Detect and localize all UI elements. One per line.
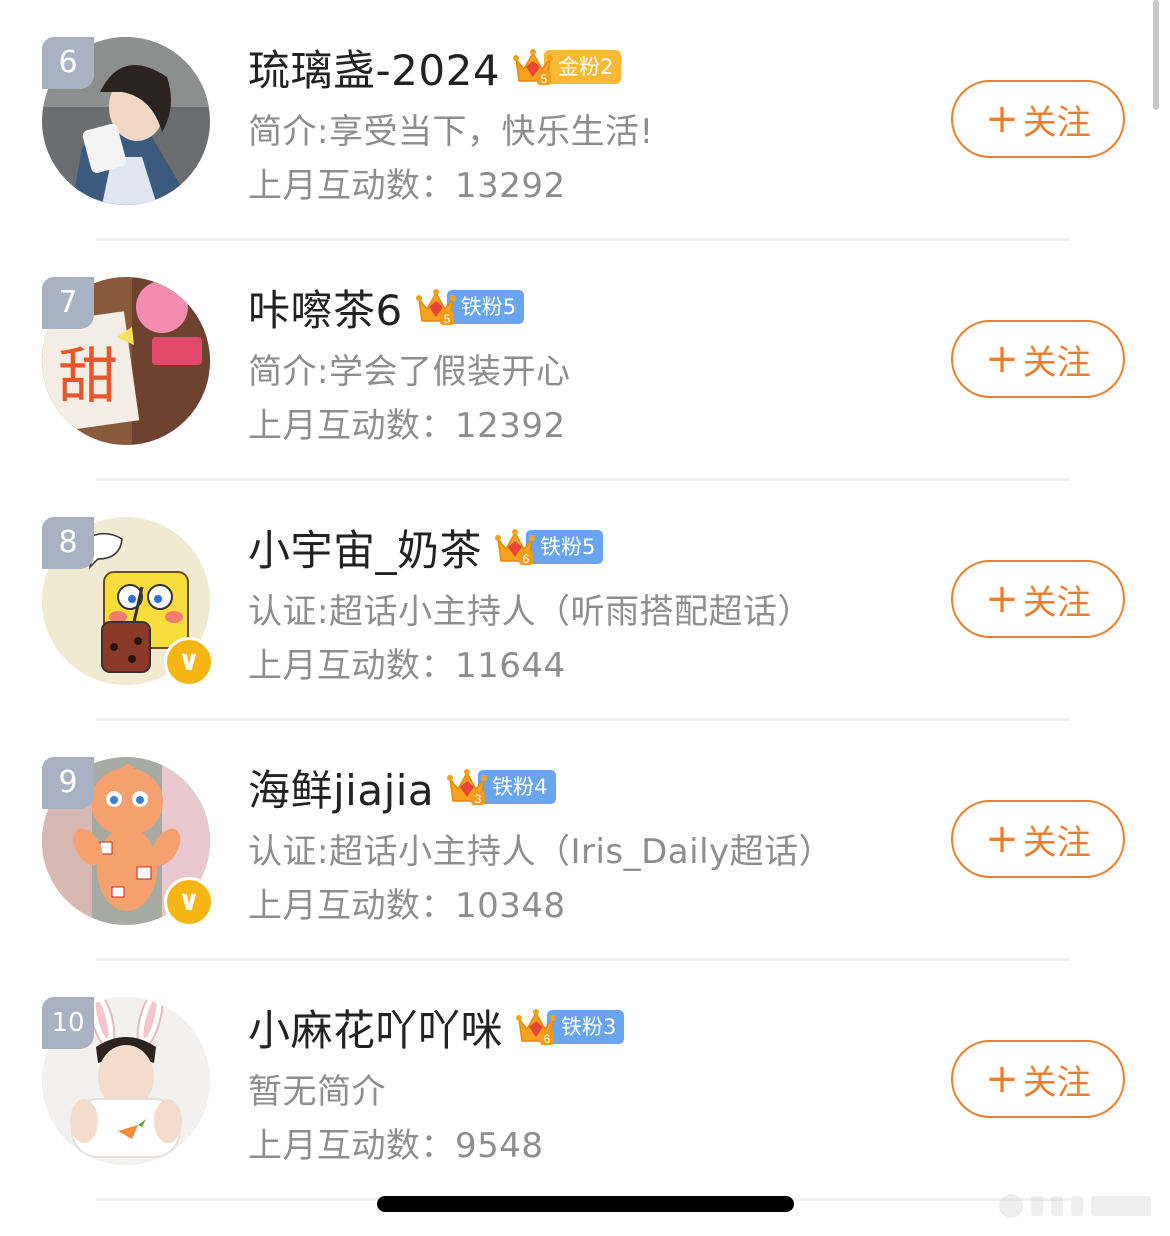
rank-badge: 6 xyxy=(42,37,94,89)
monthly-interaction-count: 上月互动数：10348 xyxy=(248,886,566,926)
badge-label: 铁粉3 xyxy=(547,1010,625,1044)
badge-label: 金粉2 xyxy=(544,50,622,84)
user-description: 认证:超话小主持人（听雨搭配超话） xyxy=(248,592,812,632)
avatar-container[interactable]: 10 xyxy=(42,997,210,1165)
plus-icon: + xyxy=(985,96,1019,142)
follow-label: 关注 xyxy=(1022,1062,1091,1103)
user-name[interactable]: 琉璃盏-2024 xyxy=(248,37,500,98)
verified-icon: ∨ xyxy=(164,637,214,687)
crown-icon: 6 xyxy=(495,529,536,566)
user-description: 简介:享受当下，快乐生活! xyxy=(248,112,654,152)
user-name-line: 海鲜jiajia 3 铁粉4 xyxy=(248,760,556,815)
list-item[interactable]: 10 小麻花吖吖咪 6 铁粉3 暂无简介 上月互动数：9548 + 关注 xyxy=(0,960,1150,1201)
user-description: 暂无简介 xyxy=(248,1072,386,1112)
list-item[interactable]: 甜 7 咔嚓茶6 5 铁粉5 简介:学会了假装开心 上月互动数：12392 + … xyxy=(0,240,1150,481)
badge-label: 铁粉5 xyxy=(526,530,604,564)
crown-level: 5 xyxy=(443,312,450,326)
user-name[interactable]: 咔嚓茶6 xyxy=(248,277,403,338)
avatar-container[interactable]: 甜 7 xyxy=(42,277,210,445)
follow-label: 关注 xyxy=(1022,102,1091,143)
verified-icon: ∨ xyxy=(164,877,214,927)
fan-level-badge: 6 铁粉5 xyxy=(494,528,604,566)
user-description: 简介:学会了假装开心 xyxy=(248,352,571,392)
crown-icon: 6 xyxy=(516,1009,557,1046)
badge-label: 铁粉4 xyxy=(478,770,556,804)
list-item[interactable]: 9 ∨ 海鲜jiajia 3 铁粉4 认证:超话小主持人（Iris_Daily超… xyxy=(0,720,1150,961)
user-name[interactable]: 小宇宙_奶茶 xyxy=(248,517,482,578)
crown-icon: 5 xyxy=(415,289,456,326)
monthly-interaction-count: 上月互动数：12392 xyxy=(248,406,566,446)
crown-level: 5 xyxy=(541,72,548,86)
avatar-container[interactable]: 8 ∨ xyxy=(42,517,214,687)
badge-label: 铁粉5 xyxy=(446,290,525,324)
plus-icon: + xyxy=(985,576,1019,622)
follow-button[interactable]: + 关注 xyxy=(951,560,1125,638)
fan-level-badge: 5 铁粉5 xyxy=(415,288,525,326)
follow-button[interactable]: + 关注 xyxy=(951,1040,1125,1118)
plus-icon: + xyxy=(985,336,1019,382)
crown-icon: 5 xyxy=(513,49,554,86)
user-name[interactable]: 海鲜jiajia xyxy=(248,757,434,818)
follow-button[interactable]: + 关注 xyxy=(951,80,1125,158)
plus-icon: + xyxy=(985,1056,1019,1102)
monthly-interaction-count: 上月互动数：9548 xyxy=(248,1126,544,1166)
plus-icon: + xyxy=(985,816,1019,862)
user-name[interactable]: 小麻花吖吖咪 xyxy=(248,997,503,1058)
svg-text:甜: 甜 xyxy=(58,342,118,412)
rank-badge: 8 xyxy=(42,517,94,569)
fan-level-badge: 5 金粉2 xyxy=(512,48,622,86)
crown-level: 6 xyxy=(544,1032,551,1046)
user-description: 认证:超话小主持人（Iris_Daily超话） xyxy=(248,832,834,872)
monthly-interaction-count: 上月互动数：11644 xyxy=(248,646,566,686)
user-name-line: 小宇宙_奶茶 6 铁粉5 xyxy=(248,520,604,575)
rank-badge: 9 xyxy=(42,757,94,809)
user-name-line: 小麻花吖吖咪 6 铁粉3 xyxy=(248,1000,625,1055)
follow-label: 关注 xyxy=(1022,822,1091,863)
rank-badge: 10 xyxy=(42,997,94,1049)
user-name-line: 咔嚓茶6 5 铁粉5 xyxy=(248,280,525,335)
avatar-container[interactable]: 9 ∨ xyxy=(42,757,214,927)
fan-level-badge: 3 铁粉4 xyxy=(446,768,556,806)
scrollbar[interactable] xyxy=(1153,0,1159,110)
follow-button[interactable]: + 关注 xyxy=(951,800,1125,878)
crown-level: 3 xyxy=(475,792,482,806)
follow-button[interactable]: + 关注 xyxy=(951,320,1125,398)
avatar-container[interactable]: 6 xyxy=(42,37,210,205)
crown-level: 6 xyxy=(523,552,530,566)
rank-badge: 7 xyxy=(42,277,94,329)
user-name-line: 琉璃盏-2024 5 金粉2 xyxy=(248,40,622,95)
follow-label: 关注 xyxy=(1022,342,1091,383)
fan-level-badge: 6 铁粉3 xyxy=(515,1008,625,1046)
list-item[interactable]: 8 ∨ 小宇宙_奶茶 6 铁粉5 认证:超话小主持人（听雨搭配超话） 上月互动数… xyxy=(0,480,1150,721)
watermark-icon xyxy=(999,1194,1151,1218)
follow-label: 关注 xyxy=(1022,582,1091,623)
home-indicator[interactable] xyxy=(377,1196,794,1212)
list-item[interactable]: 6 琉璃盏-2024 5 金粉2 简介:享受当下，快乐生活! 上月互动数：132… xyxy=(0,0,1150,241)
monthly-interaction-count: 上月互动数：13292 xyxy=(248,166,566,206)
crown-icon: 3 xyxy=(447,769,488,806)
